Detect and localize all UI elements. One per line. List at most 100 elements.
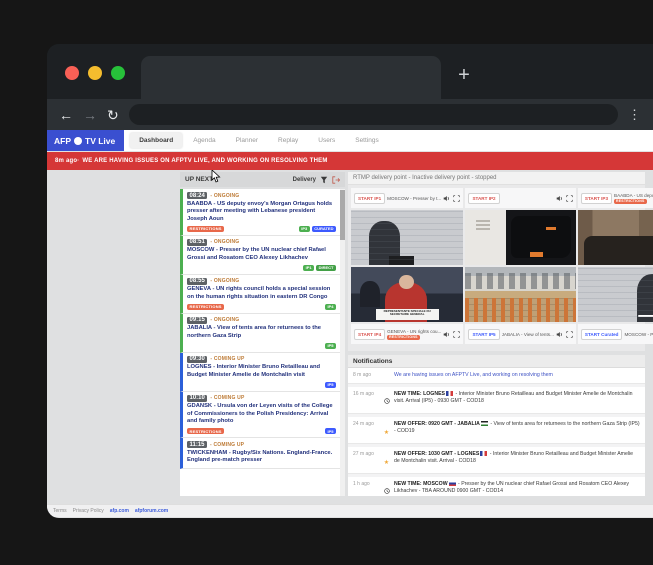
restrictions-badge: RESTRICTIONS	[187, 304, 224, 310]
afp-tv-live-logo[interactable]: AFP TV Live	[47, 130, 124, 151]
volume-icon[interactable]	[556, 331, 563, 338]
browser-tab[interactable]	[141, 56, 441, 99]
list-item[interactable]: 10:10COMING UP GDANSK - Ursula von der L…	[180, 392, 340, 439]
clock-icon	[384, 488, 390, 494]
rtmp-header-text: RTMP delivery point - Inactive delivery …	[353, 175, 497, 181]
up-next-panel: UP NEXT Delivery 08:24ONGOING BAABDA - U…	[180, 172, 345, 496]
fullscreen-icon[interactable]	[453, 331, 460, 338]
browser-toolbar: ← → ↻ ⋮	[47, 99, 653, 130]
fullscreen-icon[interactable]	[453, 195, 460, 202]
volume-icon[interactable]	[443, 331, 450, 338]
event-status: COMING UP	[210, 442, 244, 448]
start-ip4-button[interactable]: START IP4	[354, 329, 385, 340]
start-ip2-button[interactable]: START IP2	[468, 193, 499, 204]
desktop-background: + ← → ↻ ⋮ AFP TV Live Dashboard Agenda	[0, 0, 653, 565]
tab-settings[interactable]: Settings	[346, 133, 388, 148]
filter-icon[interactable]	[320, 176, 328, 184]
player-label: MOSCOW - Press...	[624, 332, 653, 337]
delivery-tag: IP5	[325, 382, 336, 388]
fullscreen-icon[interactable]	[566, 331, 573, 338]
notification-row[interactable]: 27 m ago ★ NEW OFFER: 1030 GMT - LOGNES …	[348, 447, 645, 474]
start-ip1-button[interactable]: START IP1	[354, 193, 385, 204]
video-thumbnail-geneva-un-session[interactable]: REPRESENTANTE SPECIALE DU SECRETAIRE GEN…	[351, 267, 463, 322]
clock-icon	[384, 398, 390, 404]
volume-icon[interactable]	[556, 195, 563, 202]
notification-time: 16 m ago	[353, 391, 379, 397]
video-thumbnail-camera-setup[interactable]	[465, 210, 575, 265]
video-thumbnail-moscow-presser[interactable]	[351, 210, 463, 265]
afp-com-link[interactable]: afp.com	[110, 508, 129, 514]
brand-name: AFP	[54, 136, 71, 146]
fullscreen-icon[interactable]	[566, 195, 573, 202]
brand-product: TV Live	[85, 136, 115, 146]
video-thumbnail-jabalia-aerial[interactable]	[465, 267, 575, 322]
notification-time: 27 m ago	[353, 451, 379, 457]
reload-icon[interactable]: ↻	[107, 108, 119, 122]
list-item[interactable]: 11:15COMING UP TWICKENHAM - Rugby/Six Na…	[180, 438, 340, 469]
notification-row[interactable]: 1 h ago NEW TIME: MOSCOW - Presser by th…	[348, 477, 645, 496]
start-ip3-button[interactable]: START IP3	[581, 193, 612, 204]
player-control-ip1: START IP1 MOSCOW - Presser by t...	[351, 188, 463, 208]
tab-planner[interactable]: Planner	[227, 133, 267, 148]
up-next-title: UP NEXT	[185, 176, 213, 183]
delivery-label: Delivery	[293, 177, 316, 183]
volume-icon[interactable]	[443, 195, 450, 202]
start-curated-button[interactable]: START Curated	[581, 329, 623, 340]
sign-out-icon[interactable]	[332, 176, 340, 184]
video-thumbnail-baabda-press-scrum[interactable]	[578, 210, 653, 265]
event-status: COMING UP	[210, 395, 244, 401]
page-viewport: AFP TV Live Dashboard Agenda Planner Rep…	[47, 130, 653, 518]
browser-window: + ← → ↻ ⋮ AFP TV Live Dashboard Agenda	[47, 44, 653, 518]
scrollbar-thumb[interactable]	[340, 190, 345, 240]
event-time: 08:51	[187, 239, 207, 246]
event-title: MOSCOW - Presser by the UN nuclear chief…	[187, 247, 336, 262]
notification-row[interactable]: 16 m ago NEW TIME: LOGNES - Interior Min…	[348, 387, 645, 414]
tab-replay[interactable]: Replay	[269, 133, 307, 148]
tab-agenda[interactable]: Agenda	[184, 133, 224, 148]
notifications-panel: Notifications 8 m ago We are having issu…	[348, 355, 645, 496]
restrictions-badge: RESTRICTIONS	[187, 428, 224, 434]
tab-dashboard[interactable]: Dashboard	[130, 133, 182, 148]
address-bar[interactable]	[129, 104, 618, 125]
volume-slider[interactable]	[638, 315, 653, 317]
back-icon[interactable]: ←	[59, 108, 73, 122]
player-label: JABALIA - View of tents...	[502, 332, 554, 337]
notification-row[interactable]: 24 m ago ★ NEW OFFER: 0920 GMT - JABALIA…	[348, 417, 645, 444]
restrictions-badge: RESTRICTIONS	[614, 199, 646, 204]
up-next-header: UP NEXT Delivery	[180, 172, 345, 187]
terms-link[interactable]: Terms	[53, 508, 67, 514]
delivery-tag: IP5	[325, 343, 336, 349]
list-item[interactable]: 08:51ONGOING MOSCOW - Presser by the UN …	[180, 236, 340, 275]
forward-icon[interactable]: →	[83, 108, 97, 122]
up-next-list: 08:24ONGOING BAABDA - US deputy envoy's …	[180, 189, 345, 496]
notification-headline: NEW OFFER: 1030 GMT - LOGNES	[394, 451, 479, 457]
close-button[interactable]	[65, 66, 79, 80]
mouse-cursor	[211, 170, 222, 183]
list-item[interactable]: 09:15ONGOING JABALIA - View of tents are…	[180, 314, 340, 353]
player-control-ip2: START IP2	[465, 188, 575, 208]
list-scrollbar[interactable]	[340, 189, 345, 496]
list-item[interactable]: 08:24ONGOING BAABDA - US deputy envoy's …	[180, 189, 340, 236]
notification-row[interactable]: 8 m ago We are having issues on AFPTV Li…	[348, 368, 645, 384]
player-control-ip3: START IP3 BAABDA - US deputy en... RESTR…	[578, 188, 653, 208]
event-status: ONGOING	[210, 278, 239, 284]
alert-banner: 8m ago· WE ARE HAVING ISSUES ON AFPTV LI…	[47, 152, 653, 170]
list-item[interactable]: 08:55ONGOING GENEVA - UN rights council …	[180, 275, 340, 314]
tab-users[interactable]: Users	[309, 133, 344, 148]
minimize-button[interactable]	[88, 66, 102, 80]
video-thumbnail-moscow-curated[interactable]	[578, 267, 653, 322]
privacy-policy-link[interactable]: Privacy Policy	[73, 508, 104, 514]
event-time: 09:15	[187, 317, 207, 324]
afpforum-com-link[interactable]: afpforum.com	[135, 508, 168, 514]
new-tab-button[interactable]: +	[451, 62, 477, 88]
event-title: JABALIA - View of tents area for returne…	[187, 325, 336, 340]
start-ip5-button[interactable]: START IP5	[468, 329, 499, 340]
notification-headline: NEW TIME: LOGNES	[394, 391, 445, 397]
notification-headline: NEW OFFER: 0920 GMT - JABALIA	[394, 421, 480, 427]
france-flag-icon	[446, 391, 453, 396]
notifications-title: Notifications	[353, 358, 392, 365]
list-item[interactable]: 09:30COMING UP LOGNES - Interior Ministe…	[180, 353, 340, 392]
event-title: BAABDA - US deputy envoy's Morgan Ortagu…	[187, 201, 336, 224]
maximize-button[interactable]	[111, 66, 125, 80]
browser-menu-icon[interactable]: ⋮	[628, 107, 641, 123]
